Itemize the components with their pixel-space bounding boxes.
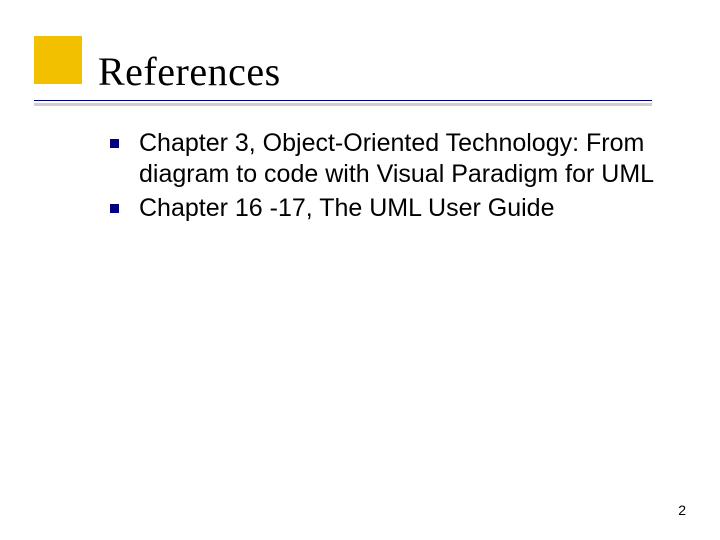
page-number: 2 [678, 502, 686, 518]
title-accent-block [34, 36, 82, 84]
slide: References Chapter 3, Object-Oriented Te… [0, 0, 720, 540]
slide-title: References [98, 48, 281, 95]
list-item-text: Chapter 3, Object-Oriented Technology: F… [139, 128, 670, 191]
title-underline [34, 100, 652, 101]
list-item: Chapter 16 -17, The UML User Guide [110, 193, 670, 224]
square-bullet-icon [110, 204, 119, 213]
list-item: Chapter 3, Object-Oriented Technology: F… [110, 128, 670, 191]
content-area: Chapter 3, Object-Oriented Technology: F… [110, 128, 670, 226]
square-bullet-icon [110, 139, 119, 148]
title-underline-shadow [34, 103, 652, 106]
list-item-text: Chapter 16 -17, The UML User Guide [139, 193, 554, 224]
